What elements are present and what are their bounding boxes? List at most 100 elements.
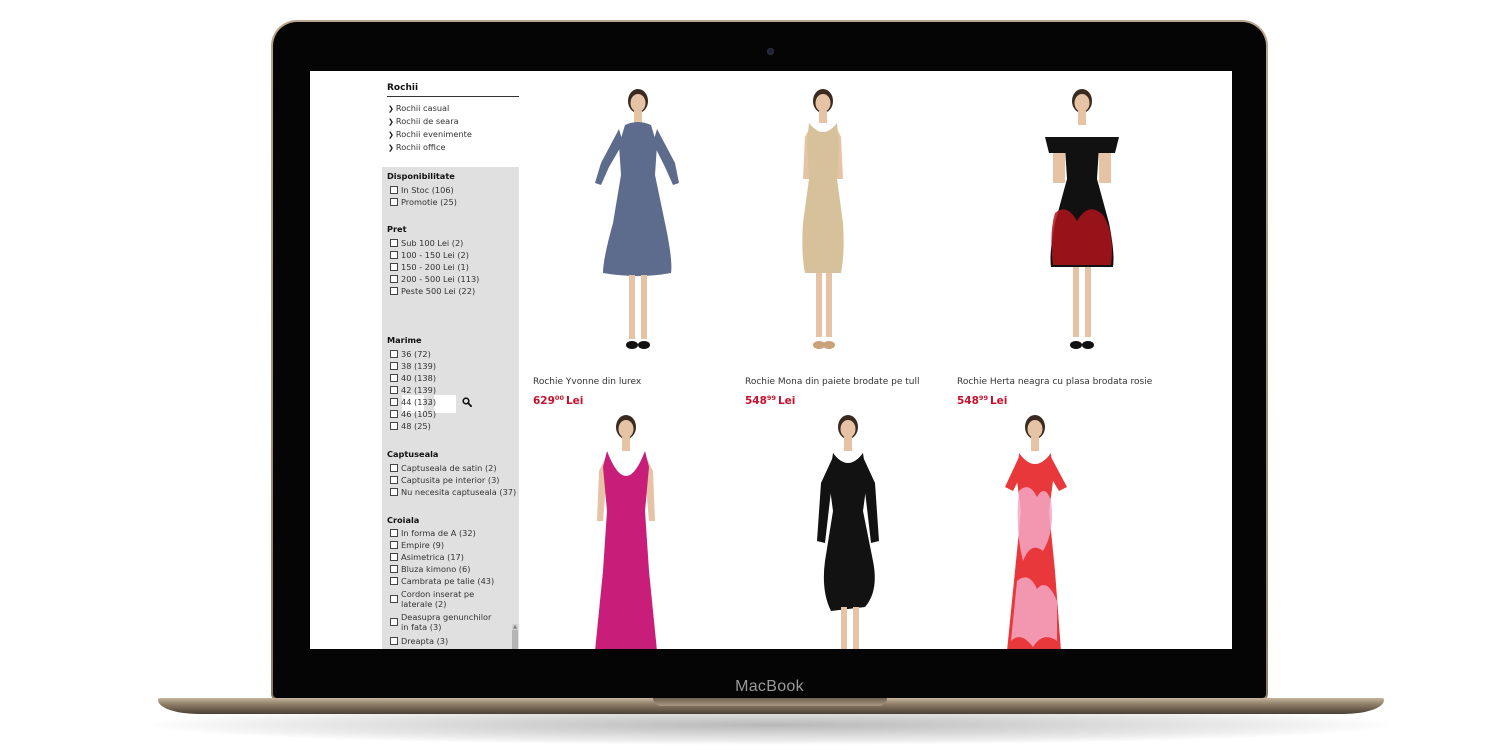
checkbox[interactable] (390, 362, 398, 370)
checkbox[interactable] (390, 422, 398, 430)
filter-option[interactable]: Nu necesita captuseala (37) (390, 487, 516, 497)
filter-option-label: Promotie (25) (401, 197, 457, 207)
filter-option-label: Captusita pe interior (3) (401, 475, 500, 485)
filter-option[interactable]: 38 (139) (390, 361, 436, 371)
filter-option-label: Captuseala de satin (2) (401, 463, 497, 473)
subcategory-link[interactable]: ❯ Rochii evenimente (388, 128, 472, 141)
subcategory-label: Rochii evenimente (395, 129, 472, 139)
checkbox[interactable] (390, 476, 398, 484)
filter-option-label: 150 - 200 Lei (1) (401, 262, 469, 272)
checkbox[interactable] (390, 186, 398, 194)
filter-option-label: 44 (133) (401, 397, 437, 407)
filter-option[interactable]: Cordon inserat pe laterale (2) (390, 589, 500, 609)
price-currency: Lei (565, 395, 584, 407)
filter-option[interactable]: 150 - 200 Lei (1) (390, 262, 469, 272)
scroll-up-arrow-icon[interactable]: ▲ (512, 624, 518, 630)
checkbox[interactable] (390, 239, 398, 247)
price-integer: 548 (745, 395, 767, 407)
filter-option[interactable]: Cambrata pe talie (43) (390, 576, 494, 586)
price-max-input[interactable] (434, 395, 456, 413)
chevron-right-icon: ❯ (388, 118, 394, 126)
checkbox[interactable] (390, 374, 398, 382)
price-integer: 629 (533, 395, 555, 407)
filter-option[interactable]: 42 (139) (390, 385, 436, 395)
filter-option[interactable]: 46 (105) (390, 409, 436, 419)
product-name[interactable]: Rochie Yvonne din lurex (533, 377, 641, 387)
filter-option[interactable]: Deasupra genunchilor in fata (3) (390, 612, 500, 632)
filter-option[interactable]: 100 - 150 Lei (2) (390, 250, 469, 260)
checkbox[interactable] (390, 577, 398, 585)
product-image[interactable] (745, 83, 945, 355)
product-name[interactable]: Rochie Herta neagra cu plasa brodata ros… (957, 377, 1152, 387)
filter-option[interactable]: 40 (138) (390, 373, 436, 383)
checkbox[interactable] (390, 275, 398, 283)
filter-option-label: 48 (25) (401, 421, 431, 431)
filter-option[interactable]: Promotie (25) (390, 197, 457, 207)
product-price: 54899 Lei (957, 394, 1007, 407)
filter-option[interactable]: 48 (25) (390, 421, 431, 431)
checkbox[interactable] (390, 553, 398, 561)
checkbox[interactable] (390, 595, 398, 603)
filter-option-label: Bluza kimono (6) (401, 564, 471, 574)
product-price: 62900 Lei (533, 394, 583, 407)
subcategory-link[interactable]: ❯ Rochii de seara (388, 115, 472, 128)
product-image[interactable] (957, 411, 1157, 649)
filter-title-lining: Captuseala (387, 449, 439, 459)
product-image[interactable] (957, 83, 1157, 355)
checkbox[interactable] (390, 618, 398, 626)
filter-option[interactable]: 44 (133) (390, 397, 436, 407)
filter-scrollbar-thumb[interactable] (512, 630, 518, 649)
price-decimals: 00 (554, 394, 564, 402)
filter-panel: Disponibilitate In Stoc (106) Promotie (… (382, 167, 519, 649)
product-image[interactable] (533, 83, 733, 355)
chevron-right-icon: ❯ (388, 144, 394, 152)
checkbox[interactable] (390, 488, 398, 496)
checkbox[interactable] (390, 529, 398, 537)
filter-option[interactable]: Peste 500 Lei (22) (390, 286, 475, 296)
dress-shape (595, 451, 657, 649)
search-icon[interactable] (462, 397, 472, 407)
filter-option[interactable]: In Stoc (106) (390, 185, 454, 195)
checkbox[interactable] (390, 350, 398, 358)
checkbox[interactable] (390, 565, 398, 573)
checkbox[interactable] (390, 541, 398, 549)
checkbox[interactable] (390, 287, 398, 295)
chevron-right-icon: ❯ (388, 105, 394, 113)
filter-option[interactable]: Captusita pe interior (3) (390, 475, 499, 485)
product-price: 54899 Lei (745, 394, 795, 407)
checkbox[interactable] (390, 410, 398, 418)
price-decimals: 99 (766, 394, 776, 402)
product-image[interactable] (745, 411, 945, 649)
subcategory-link[interactable]: ❯ Rochii office (388, 141, 472, 154)
checkbox[interactable] (390, 398, 398, 406)
filter-option[interactable]: Empire (9) (390, 540, 444, 550)
filter-option-label: 38 (139) (401, 361, 437, 371)
filter-option[interactable]: 36 (72) (390, 349, 431, 359)
subcategory-label: Rochii casual (395, 103, 450, 113)
device-label: MacBook (735, 678, 804, 695)
checkbox[interactable] (390, 251, 398, 259)
filter-option-label: Dreapta (3) (401, 636, 449, 646)
subcategory-link[interactable]: ❯ Rochii casual (388, 102, 472, 115)
product-name[interactable]: Rochie Mona din paiete brodate pe tull (745, 377, 919, 387)
filter-option[interactable]: Sub 100 Lei (2) (390, 238, 463, 248)
checkbox[interactable] (390, 637, 398, 645)
filter-option[interactable]: Dreapta (3) (390, 636, 448, 646)
filter-title-size: Marime (387, 335, 422, 345)
price-decimals: 99 (978, 394, 988, 402)
checkbox[interactable] (390, 464, 398, 472)
checkbox[interactable] (390, 386, 398, 394)
laptop-notch (653, 698, 887, 706)
filter-option[interactable]: 200 - 500 Lei (113) (390, 274, 479, 284)
filter-option[interactable]: Bluza kimono (6) (390, 564, 470, 574)
filter-option-label: 200 - 500 Lei (113) (401, 274, 480, 284)
chevron-right-icon: ❯ (388, 131, 394, 139)
filter-option[interactable]: In forma de A (32) (390, 528, 476, 538)
checkbox[interactable] (390, 198, 398, 206)
filter-option[interactable]: Captuseala de satin (2) (390, 463, 497, 473)
product-image[interactable] (533, 411, 733, 649)
checkbox[interactable] (390, 263, 398, 271)
price-integer: 548 (957, 395, 979, 407)
filter-option-label: Peste 500 Lei (22) (401, 286, 476, 296)
filter-option[interactable]: Asimetrica (17) (390, 552, 464, 562)
